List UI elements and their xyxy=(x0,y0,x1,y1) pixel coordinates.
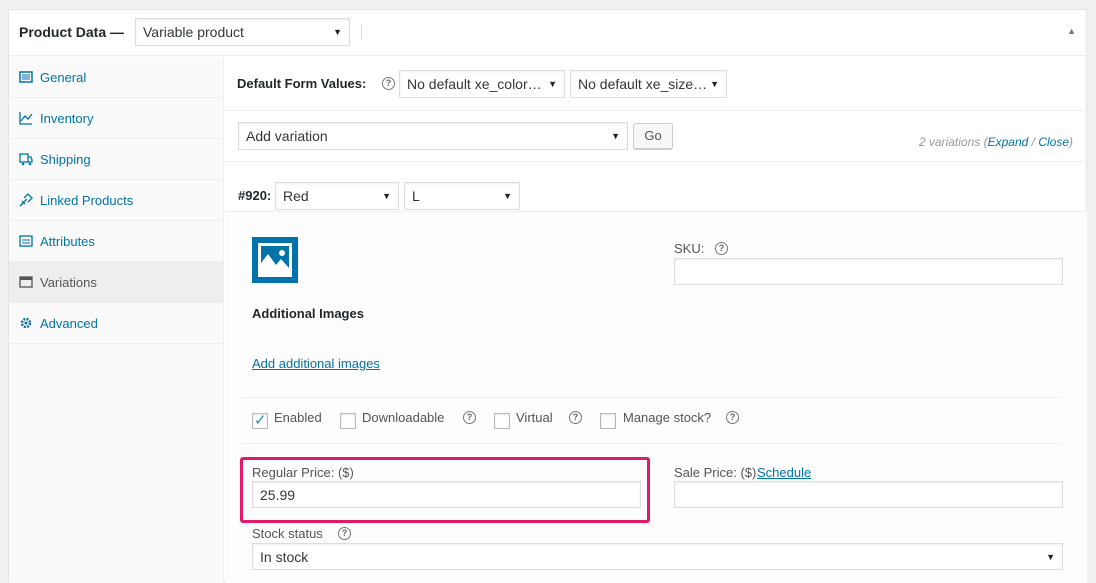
regular-price-label: Regular Price: ($) xyxy=(252,465,354,480)
help-icon[interactable]: ? xyxy=(338,527,351,540)
divider xyxy=(225,110,1087,111)
tab-inventory[interactable]: Inventory xyxy=(9,98,224,139)
tab-shipping-label: Shipping xyxy=(40,152,91,167)
slash-text: / xyxy=(1028,135,1039,149)
product-type-value: Variable product xyxy=(143,24,244,40)
variations-panel: Default Form Values: ? No default xe_col… xyxy=(225,57,1087,583)
chevron-down-icon: ▼ xyxy=(611,131,620,141)
virtual-checkbox[interactable] xyxy=(494,413,510,429)
triangle-up-icon[interactable]: ▲ xyxy=(1067,26,1076,36)
expand-link[interactable]: Expand xyxy=(988,135,1029,149)
window-icon xyxy=(19,276,33,288)
chevron-down-icon: ▼ xyxy=(503,191,512,201)
tab-general-label: General xyxy=(40,70,87,85)
default-size-select[interactable]: No default xe_size… ▼ xyxy=(570,70,727,98)
help-icon[interactable]: ? xyxy=(726,411,739,424)
variation-details: Additional Images Add additional images … xyxy=(225,211,1087,583)
variation-color-value: Red xyxy=(283,188,309,204)
stock-status-select[interactable]: In stock ▼ xyxy=(252,543,1063,570)
variation-color-select[interactable]: Red ▼ xyxy=(275,182,399,210)
go-button[interactable]: Go xyxy=(633,123,673,149)
variation-size-select[interactable]: L ▼ xyxy=(404,182,520,210)
help-icon[interactable]: ? xyxy=(382,77,395,90)
variation-count: 2 variations (Expand / Close) xyxy=(919,135,1073,149)
add-variation-select[interactable]: Add variation ▼ xyxy=(238,122,628,150)
stock-status-label: Stock status xyxy=(252,526,323,541)
downloadable-checkbox[interactable] xyxy=(340,413,356,429)
product-data-tabs: General Inventory Shipping Linked Produc… xyxy=(9,57,224,583)
tab-attributes[interactable]: Attributes xyxy=(9,221,224,262)
manage-stock-label: Manage stock? xyxy=(623,410,712,425)
check-icon: ✓ xyxy=(254,412,267,429)
tab-attributes-label: Attributes xyxy=(40,234,95,249)
tab-inventory-label: Inventory xyxy=(40,111,94,126)
help-icon[interactable]: ? xyxy=(463,411,476,424)
divider xyxy=(225,161,1087,162)
gear-icon xyxy=(20,317,32,329)
add-additional-images-link[interactable]: Add additional images xyxy=(252,356,380,371)
chevron-down-icon: ▼ xyxy=(333,27,342,37)
tab-advanced-label: Advanced xyxy=(40,316,98,331)
link-icon xyxy=(19,193,33,207)
divider xyxy=(241,443,1062,444)
sku-label: SKU: xyxy=(674,241,705,256)
chevron-down-icon: ▼ xyxy=(1046,552,1055,562)
panel-title: Product Data — xyxy=(19,24,125,40)
truck-icon xyxy=(19,153,33,166)
list-icon xyxy=(19,235,33,247)
default-color-value: No default xe_color… xyxy=(407,76,542,92)
manage-stock-checkbox[interactable] xyxy=(600,413,616,429)
help-icon[interactable]: ? xyxy=(715,242,728,255)
chart-icon xyxy=(19,112,33,125)
divider xyxy=(241,397,1062,398)
enabled-label: Enabled xyxy=(274,410,322,425)
variation-count-text: 2 variations ( xyxy=(918,135,988,149)
default-size-value: No default xe_size… xyxy=(578,76,708,92)
chevron-down-icon: ▼ xyxy=(548,79,557,89)
help-icon[interactable]: ? xyxy=(569,411,582,424)
tab-variations[interactable]: Variations xyxy=(9,262,224,303)
sale-price-label: Sale Price: ($) xyxy=(674,465,757,480)
product-type-select[interactable]: Variable product ▼ xyxy=(135,18,350,46)
stock-status-value: In stock xyxy=(260,549,309,565)
header-divider xyxy=(361,24,362,40)
downloadable-label: Downloadable xyxy=(362,410,445,425)
enabled-checkbox[interactable]: ✓ xyxy=(252,412,268,429)
default-color-select[interactable]: No default xe_color… ▼ xyxy=(399,70,565,98)
schedule-link[interactable]: Schedule xyxy=(757,465,811,480)
variation-id: #920: xyxy=(238,188,272,203)
product-data-panel: Product Data — Variable product ▼ ▲ Gene… xyxy=(8,9,1087,583)
variation-size-value: L xyxy=(412,188,420,204)
chevron-down-icon: ▼ xyxy=(710,79,719,89)
tab-linked-products-label: Linked Products xyxy=(40,193,134,208)
tab-variations-label: Variations xyxy=(40,275,97,290)
close-paren: ) xyxy=(1069,135,1073,149)
virtual-label: Virtual xyxy=(516,410,553,425)
additional-images-label: Additional Images xyxy=(252,306,364,321)
default-form-values-label: Default Form Values: xyxy=(237,76,367,91)
sale-price-input[interactable] xyxy=(674,481,1063,508)
sku-input[interactable] xyxy=(674,258,1063,285)
chevron-down-icon: ▼ xyxy=(382,191,391,201)
image-placeholder-icon[interactable] xyxy=(252,237,298,283)
regular-price-input[interactable]: 25.99 xyxy=(252,481,641,508)
close-link[interactable]: Close xyxy=(1038,135,1069,149)
wrench-icon xyxy=(19,71,33,83)
tab-linked-products[interactable]: Linked Products xyxy=(9,180,224,221)
tab-shipping[interactable]: Shipping xyxy=(9,139,224,180)
panel-header: Product Data — Variable product ▼ ▲ xyxy=(9,10,1086,56)
divider xyxy=(225,211,1087,212)
add-variation-value: Add variation xyxy=(246,128,328,144)
tab-advanced[interactable]: Advanced xyxy=(9,303,224,344)
tab-general[interactable]: General xyxy=(9,57,224,98)
